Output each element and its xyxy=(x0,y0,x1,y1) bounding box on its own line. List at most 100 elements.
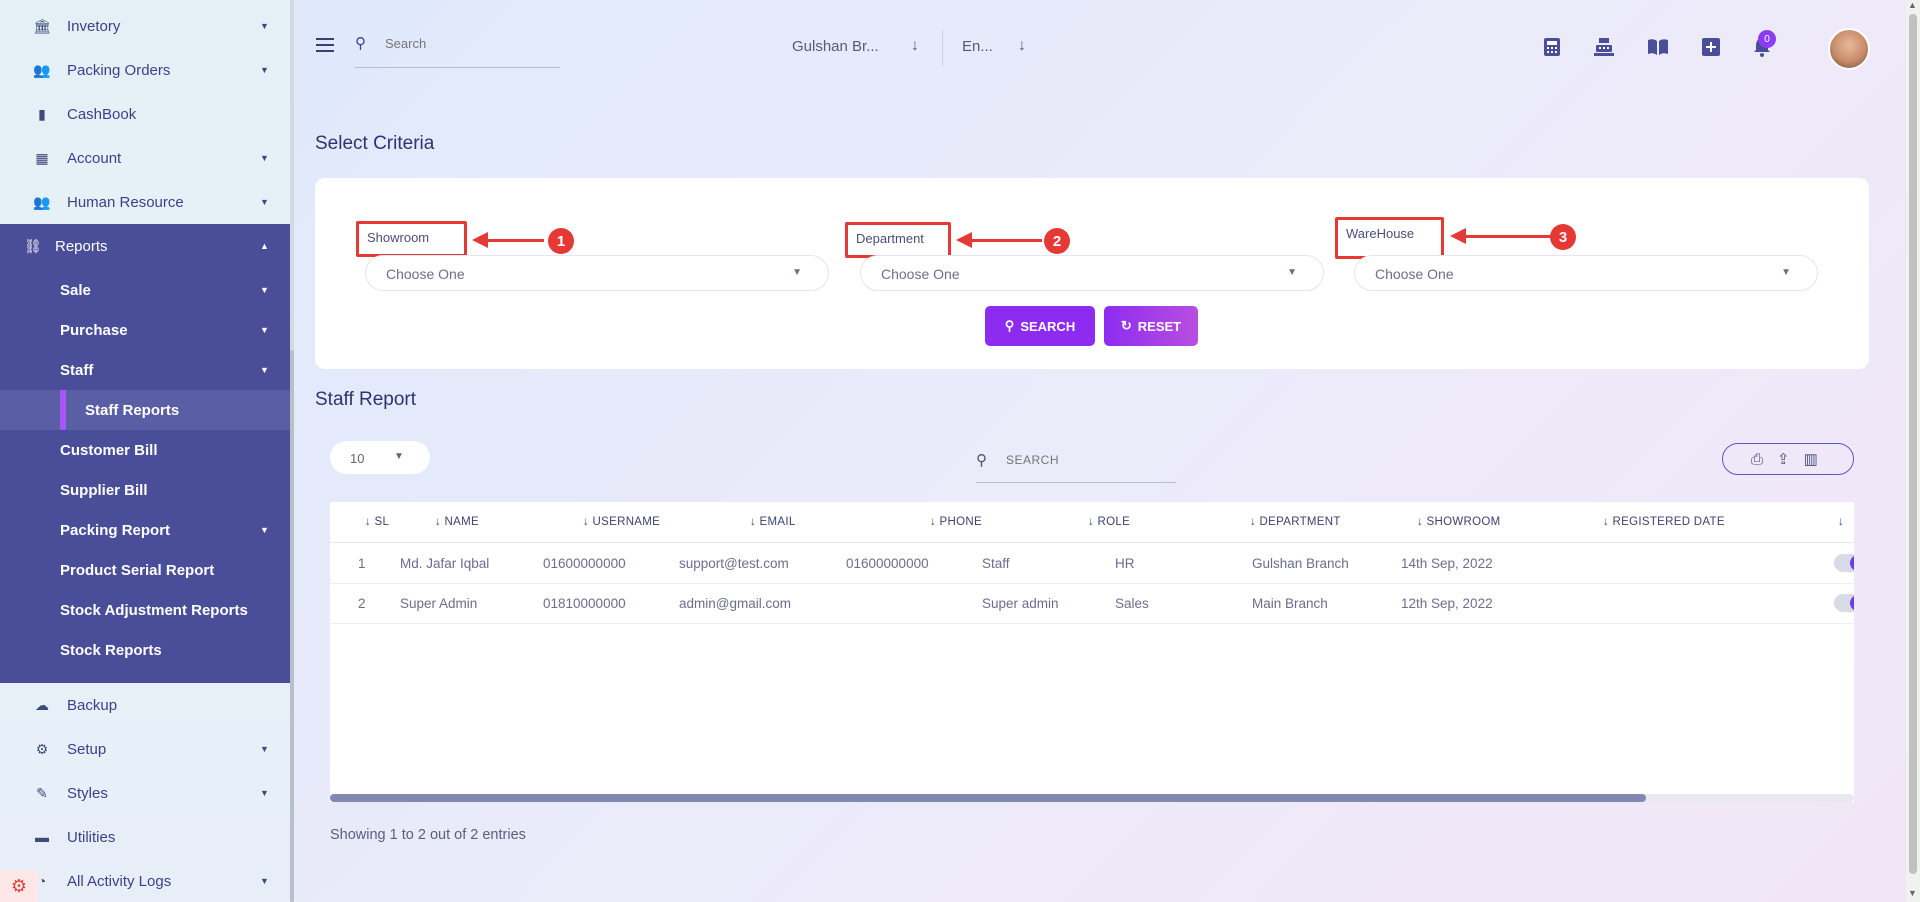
column-header-role[interactable]: ↓ ROLE xyxy=(1088,516,1130,528)
header-search-input[interactable] xyxy=(385,36,555,51)
showroom-select[interactable]: Choose One ▼ xyxy=(365,255,829,291)
arrow-down-icon[interactable]: ↓ xyxy=(1018,37,1026,55)
column-header-email[interactable]: ↓ EMAIL xyxy=(750,516,796,528)
avatar[interactable] xyxy=(1828,28,1870,70)
criteria-title: Select Criteria xyxy=(315,133,435,154)
book-open-icon[interactable] xyxy=(1647,36,1669,58)
sidebar-item-setup[interactable]: ⚙ Setup ▼ xyxy=(0,727,290,771)
table-cell: 12th Sep, 2022 xyxy=(1401,596,1493,611)
sort-arrow-icon: ↓ xyxy=(1088,516,1098,528)
table-cell: Gulshan Branch xyxy=(1252,556,1349,571)
caret-down-icon: ▼ xyxy=(1287,267,1297,278)
search-icon: ⚲ xyxy=(1004,318,1015,333)
sidebar-item-utilities[interactable]: ▬ Utilities xyxy=(0,815,290,859)
callout-number-1: 1 xyxy=(548,228,574,254)
sidebar-subitem-product-serial-report[interactable]: Product Serial Report xyxy=(0,550,290,590)
callout-line-3 xyxy=(1462,235,1554,238)
sidebar-item-invetory[interactable]: 🏛 Invetory ▼ xyxy=(0,4,290,48)
cash-register-icon[interactable] xyxy=(1593,36,1615,58)
chevron-up-icon: ▲ xyxy=(260,241,269,251)
column-header-registered-date[interactable]: ↓ REGISTERED DATE xyxy=(1603,516,1725,528)
warehouse-select[interactable]: Choose One ▼ xyxy=(1354,255,1818,291)
sidebar-item-reports[interactable]: ⛓ Reports ▲ xyxy=(0,224,290,268)
table-cell: support@test.com xyxy=(679,556,789,571)
table-cell: 14th Sep, 2022 xyxy=(1401,556,1493,571)
caret-down-icon: ▼ xyxy=(792,267,802,278)
notification-badge: 0 xyxy=(1758,30,1776,48)
menu-toggle-icon[interactable] xyxy=(316,38,334,52)
header-search[interactable]: ⚲ xyxy=(355,30,560,68)
reset-button[interactable]: ↻ RESET xyxy=(1104,306,1198,346)
sidebar-item-backup[interactable]: ☁ Backup xyxy=(0,683,290,727)
sidebar-subitem-stock-reports[interactable]: Stock Reports xyxy=(0,630,290,670)
print-icon[interactable]: ⎙ xyxy=(1751,451,1763,468)
sidebar-subitem-staff[interactable]: Staff ▼ xyxy=(0,350,290,390)
status-toggle[interactable] xyxy=(1834,594,1854,612)
book-icon: ▮ xyxy=(38,105,46,122)
department-select[interactable]: Choose One ▼ xyxy=(860,255,1324,291)
table-cell: Main Branch xyxy=(1252,596,1328,611)
page-scrollbar[interactable]: ▲ ▼ xyxy=(1906,0,1920,902)
caret-down-icon: ▼ xyxy=(1781,267,1791,278)
table-row[interactable]: 2 Super Admin 01810000000 admin@gmail.com Su… xyxy=(330,584,1854,624)
table-cell: Super admin xyxy=(982,596,1059,611)
column-header-sl[interactable]: ↓ SL xyxy=(365,516,389,528)
sidebar-subitem-packing-report[interactable]: Packing Report ▼ xyxy=(0,510,290,550)
sort-arrow-icon: ↓ xyxy=(930,516,940,528)
refresh-icon: ↻ xyxy=(1120,318,1132,333)
page-length-select[interactable]: 10 ▼ xyxy=(330,441,430,474)
brush-icon: ✎ xyxy=(36,784,48,801)
sidebar-item-packing-orders[interactable]: 👥 Packing Orders ▼ xyxy=(0,48,290,92)
calculator-icon[interactable] xyxy=(1541,36,1563,58)
column-header-username[interactable]: ↓ USERNAME xyxy=(583,516,660,528)
callout-line-2 xyxy=(968,239,1042,242)
sidebar-subitem-customer-bill[interactable]: Customer Bill xyxy=(0,430,290,470)
table-info: Showing 1 to 2 out of 2 entries xyxy=(330,827,526,843)
columns-icon[interactable]: ▥ xyxy=(1804,450,1818,468)
sidebar-item-all-activity-logs[interactable]: ◔ All Activity Logs ▼ xyxy=(0,859,290,902)
status-toggle[interactable] xyxy=(1834,554,1854,572)
laravel-icon[interactable]: ⚙ xyxy=(0,870,38,902)
table-row[interactable]: 1 Md. Jafar Iqbal 01600000000 support@test.… xyxy=(330,544,1854,584)
column-header-phone[interactable]: ↓ PHONE xyxy=(930,516,982,528)
department-label: Department xyxy=(845,222,951,258)
sidebar-subitem-purchase[interactable]: Purchase ▼ xyxy=(0,310,290,350)
table-cell: 01810000000 xyxy=(543,596,626,611)
branch-select[interactable]: Gulshan Br... xyxy=(792,38,879,55)
column-header-showroom[interactable]: ↓ SHOWROOM xyxy=(1417,516,1501,528)
column-header-name[interactable]: ↓ NAME xyxy=(435,516,479,528)
sidebar-item-human-resource[interactable]: 👥 Human Resource ▼ xyxy=(0,180,290,224)
sidebar-subitem-staff-reports[interactable]: Staff Reports xyxy=(0,390,290,430)
sidebar-subitem-sale[interactable]: Sale ▼ xyxy=(0,270,290,310)
plus-square-icon[interactable] xyxy=(1700,36,1722,58)
table-header: ↓ SL ↓ NAME ↓ USERNAME ↓ EMAIL ↓ PHONE ↓ ROLE… xyxy=(330,502,1854,543)
sidebar-subitem-stock-adjustment-reports[interactable]: Stock Adjustment Reports xyxy=(0,590,290,630)
column-header-department[interactable]: ↓ DEPARTMENT xyxy=(1250,516,1341,528)
table-search[interactable]: ⚲ xyxy=(976,447,1176,483)
staff-table: ↓ SL ↓ NAME ↓ USERNAME ↓ EMAIL ↓ PHONE ↓ ROLE… xyxy=(330,502,1854,802)
gear-icon: ⚙ xyxy=(35,740,49,757)
sort-arrow-icon[interactable]: ↓ xyxy=(1838,516,1844,528)
sidebar-item-styles[interactable]: ✎ Styles ▼ xyxy=(0,771,290,815)
table-search-input[interactable] xyxy=(1006,453,1166,467)
callout-number-2: 2 xyxy=(1044,228,1070,254)
active-indicator xyxy=(60,390,66,430)
sidebar-subitem-supplier-bill[interactable]: Supplier Bill xyxy=(0,470,290,510)
export-icon[interactable]: ⇪ xyxy=(1777,450,1790,468)
search-button[interactable]: ⚲ SEARCH xyxy=(985,306,1095,346)
table-cell: 2 xyxy=(358,596,366,611)
table-cell: 1 xyxy=(358,556,366,571)
caret-down-icon: ▼ xyxy=(260,365,269,375)
cloud-download-icon: ☁ xyxy=(35,696,49,713)
users-icon: 👥 xyxy=(33,61,51,78)
table-horizontal-scrollbar[interactable] xyxy=(330,794,1854,802)
sidebar-item-account[interactable]: ▦ Account ▼ xyxy=(0,136,290,180)
sort-arrow-icon: ↓ xyxy=(750,516,760,528)
arrow-down-icon[interactable]: ↓ xyxy=(911,37,919,55)
table-cell: Staff xyxy=(982,556,1010,571)
table-cell: 01600000000 xyxy=(846,556,929,571)
caret-down-icon: ▼ xyxy=(260,788,269,798)
table-cell: HR xyxy=(1115,556,1135,571)
sidebar-item-cashbook[interactable]: ▮ CashBook xyxy=(0,92,290,136)
language-select[interactable]: En... xyxy=(962,38,993,55)
